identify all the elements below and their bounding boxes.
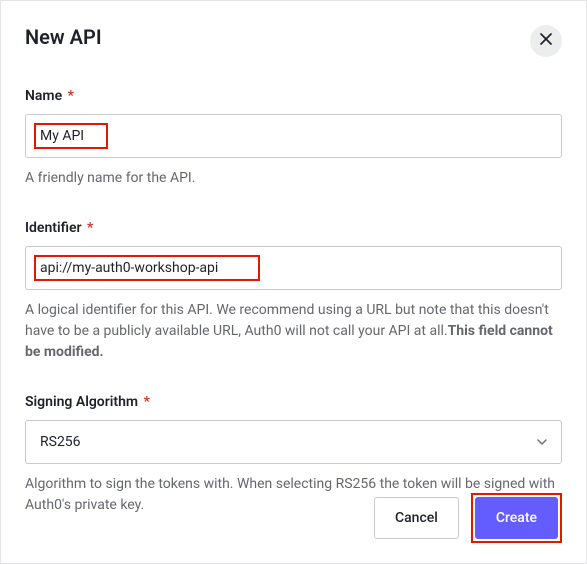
algorithm-label: Signing Algorithm * xyxy=(25,394,150,410)
name-label: Name * xyxy=(25,88,74,104)
algorithm-selected-value: RS256 xyxy=(40,434,81,450)
identifier-label: Identifier * xyxy=(25,220,93,236)
identifier-input[interactable] xyxy=(25,246,562,290)
identifier-label-text: Identifier xyxy=(25,220,82,236)
create-button-wrap: Create xyxy=(471,493,562,543)
algorithm-select-wrap: RS256 xyxy=(25,420,562,464)
caret-down-icon xyxy=(537,439,547,445)
algorithm-label-text: Signing Algorithm xyxy=(25,394,138,410)
name-help: A friendly name for the API. xyxy=(25,168,562,189)
cancel-button[interactable]: Cancel xyxy=(374,497,459,539)
new-api-modal: New API Name * A friendly name for the A… xyxy=(0,0,587,564)
modal-header: New API xyxy=(25,25,562,57)
name-input[interactable] xyxy=(25,114,562,158)
identifier-input-wrap xyxy=(25,246,562,290)
required-marker: * xyxy=(68,88,74,104)
identifier-group: Identifier * A logical identifier for th… xyxy=(25,217,562,363)
algorithm-select[interactable]: RS256 xyxy=(25,420,562,464)
required-marker: * xyxy=(144,394,150,410)
close-icon xyxy=(539,32,553,51)
name-label-text: Name xyxy=(25,88,62,104)
required-marker: * xyxy=(87,220,93,236)
modal-footer: Cancel Create xyxy=(374,493,562,543)
name-group: Name * A friendly name for the API. xyxy=(25,85,562,189)
identifier-help: A logical identifier for this API. We re… xyxy=(25,300,562,363)
create-button[interactable]: Create xyxy=(475,497,558,539)
modal-title: New API xyxy=(25,25,102,49)
name-input-wrap xyxy=(25,114,562,158)
close-button[interactable] xyxy=(530,25,562,57)
